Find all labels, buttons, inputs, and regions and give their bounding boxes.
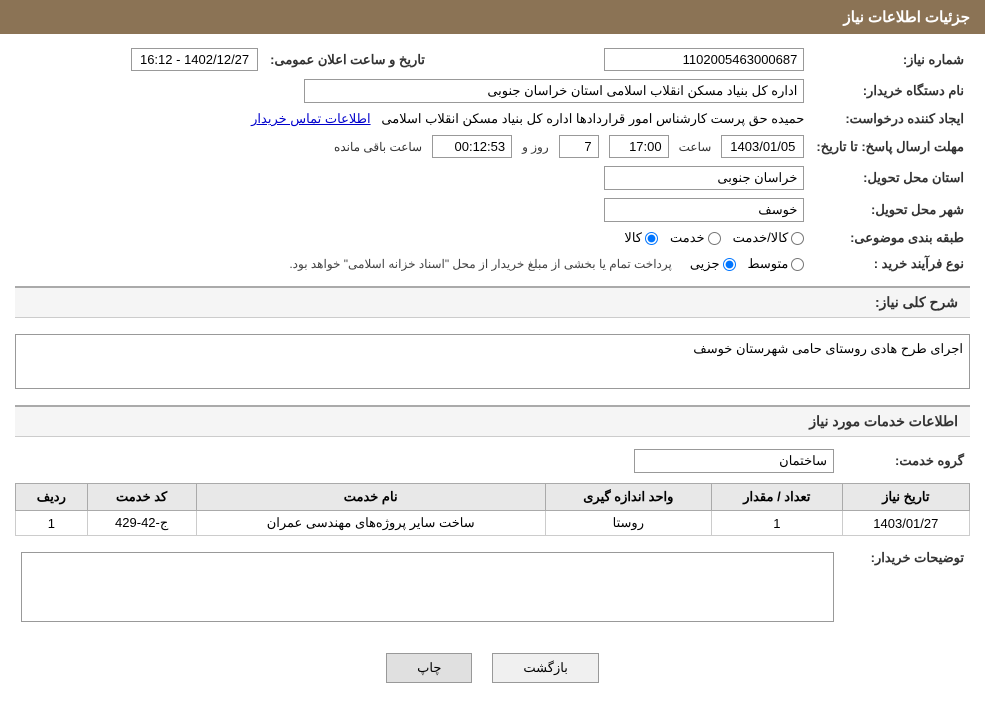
label-جزیی: جزیی xyxy=(690,256,720,272)
announcement-date-box: 1402/12/27 - 16:12 xyxy=(131,48,258,71)
radio-kala[interactable] xyxy=(645,232,658,245)
days-label: روز و xyxy=(522,140,549,154)
need-description-section-title: شرح کلی نیاز: xyxy=(15,286,970,318)
remaining-label: ساعت باقی مانده xyxy=(334,140,422,154)
service-group-label: گروه خدمت: xyxy=(840,445,970,477)
contact-info-link[interactable]: اطلاعات تماس خریدار xyxy=(251,111,370,126)
service-group-value: ساختمان xyxy=(15,445,840,477)
service-group-table: گروه خدمت: ساختمان xyxy=(15,445,970,477)
type-جزیی: جزیی xyxy=(690,256,736,272)
deadline-time-box: 17:00 xyxy=(609,135,669,158)
cell-service-name: ساخت سایر پروژه‌های مهندسی عمران xyxy=(196,511,545,536)
province-box: خراسان جنوبی xyxy=(604,166,804,190)
services-table: تاریخ نیاز تعداد / مقدار واحد اندازه گیر… xyxy=(15,483,970,536)
announcement-label: تاریخ و ساعت اعلان عمومی: xyxy=(264,44,431,75)
col-service-name: نام خدمت xyxy=(196,484,545,511)
deadline-label: مهلت ارسال پاسخ: تا تاریخ: xyxy=(810,131,970,162)
city-box: خوسف xyxy=(604,198,804,222)
bottom-buttons: بازگشت چاپ xyxy=(15,638,970,698)
buyer-notes-table: توضیحات خریدار: xyxy=(15,544,970,630)
creator-label: ایجاد کننده درخواست: xyxy=(810,107,970,131)
print-button[interactable]: چاپ xyxy=(386,653,472,683)
cell-quantity: 1 xyxy=(711,511,842,536)
need-number-value: 1102005463000687 xyxy=(431,44,810,75)
creator-text: حمیده حق پرست کارشناس امور قراردادها ادا… xyxy=(381,111,804,126)
radio-khidmat[interactable] xyxy=(708,232,721,245)
category-kala: کالا xyxy=(624,230,658,246)
province-value: خراسان جنوبی xyxy=(15,162,810,194)
table-row: 1403/01/27 1 روستا ساخت سایر پروژه‌های م… xyxy=(16,511,970,536)
province-label: استان محل تحویل: xyxy=(810,162,970,194)
category-value: کالا/خدمت خدمت کالا xyxy=(15,226,810,250)
col-unit: واحد اندازه گیری xyxy=(545,484,711,511)
radio-متوسط[interactable] xyxy=(791,258,804,271)
buyer-org-box: اداره کل بنیاد مسکن انقلاب اسلامی استان … xyxy=(304,79,804,103)
purchase-type-label: نوع فرآیند خرید : xyxy=(810,250,970,278)
time-label: ساعت xyxy=(679,140,712,154)
label-khidmat: خدمت xyxy=(670,230,705,246)
city-label: شهر محل تحویل: xyxy=(810,194,970,226)
col-quantity: تعداد / مقدار xyxy=(711,484,842,511)
creator-value: حمیده حق پرست کارشناس امور قراردادها ادا… xyxy=(15,107,810,131)
radio-kala-khidmat[interactable] xyxy=(791,232,804,245)
col-row: ردیف xyxy=(16,484,88,511)
category-label: طبقه بندی موضوعی: xyxy=(810,226,970,250)
buyer-notes-value xyxy=(15,544,840,630)
need-description-box: اجرای طرح هادی روستای حامی شهرستان خوسف xyxy=(15,334,970,389)
cell-code: ج-42-429 xyxy=(87,511,196,536)
announcement-value: 1402/12/27 - 16:12 xyxy=(15,44,264,75)
deadline-days-box: 7 xyxy=(559,135,599,158)
back-button[interactable]: بازگشت xyxy=(492,653,598,683)
buyer-notes-label: توضیحات خریدار: xyxy=(840,544,970,630)
label-kala: کالا xyxy=(624,230,642,246)
label-kala-khidmat: کالا/خدمت xyxy=(733,230,789,246)
main-info-table: شماره نیاز: 1102005463000687 تاریخ و ساع… xyxy=(15,44,970,278)
category-khidmat: خدمت xyxy=(670,230,721,246)
buyer-org-label: نام دستگاه خریدار: xyxy=(810,75,970,107)
need-number-label: شماره نیاز: xyxy=(810,44,970,75)
page-header: جزئیات اطلاعات نیاز xyxy=(0,0,985,34)
services-section-title: اطلاعات خدمات مورد نیاز xyxy=(15,405,970,437)
type-متوسط: متوسط xyxy=(748,256,805,272)
page-title: جزئیات اطلاعات نیاز xyxy=(844,9,971,26)
buyer-notes-box xyxy=(21,552,834,622)
deadline-date-box: 1403/01/05 xyxy=(721,135,804,158)
deadline-value: 1403/01/05 ساعت 17:00 7 روز و 00:12:53 س… xyxy=(15,131,810,162)
col-need-date: تاریخ نیاز xyxy=(842,484,969,511)
cell-date: 1403/01/27 xyxy=(842,511,969,536)
purchase-type-note: پرداخت تمام یا بخشی از مبلغ خریدار از مح… xyxy=(283,254,678,274)
col-service-code: کد خدمت xyxy=(87,484,196,511)
cell-unit: روستا xyxy=(545,511,711,536)
need-description-text: اجرای طرح هادی روستای حامی شهرستان خوسف xyxy=(693,341,963,356)
service-group-box: ساختمان xyxy=(634,449,834,473)
radio-جزیی[interactable] xyxy=(723,258,736,271)
remaining-time-box: 00:12:53 xyxy=(432,135,512,158)
need-number-box: 1102005463000687 xyxy=(604,48,804,71)
purchase-type-value: متوسط جزیی پرداخت تمام یا بخشی از مبلغ خ… xyxy=(15,250,810,278)
cell-row: 1 xyxy=(16,511,88,536)
buyer-org-value: اداره کل بنیاد مسکن انقلاب اسلامی استان … xyxy=(15,75,810,107)
category-kala-khidmat: کالا/خدمت xyxy=(733,230,805,246)
label-متوسط: متوسط xyxy=(748,256,789,272)
city-value: خوسف xyxy=(15,194,810,226)
